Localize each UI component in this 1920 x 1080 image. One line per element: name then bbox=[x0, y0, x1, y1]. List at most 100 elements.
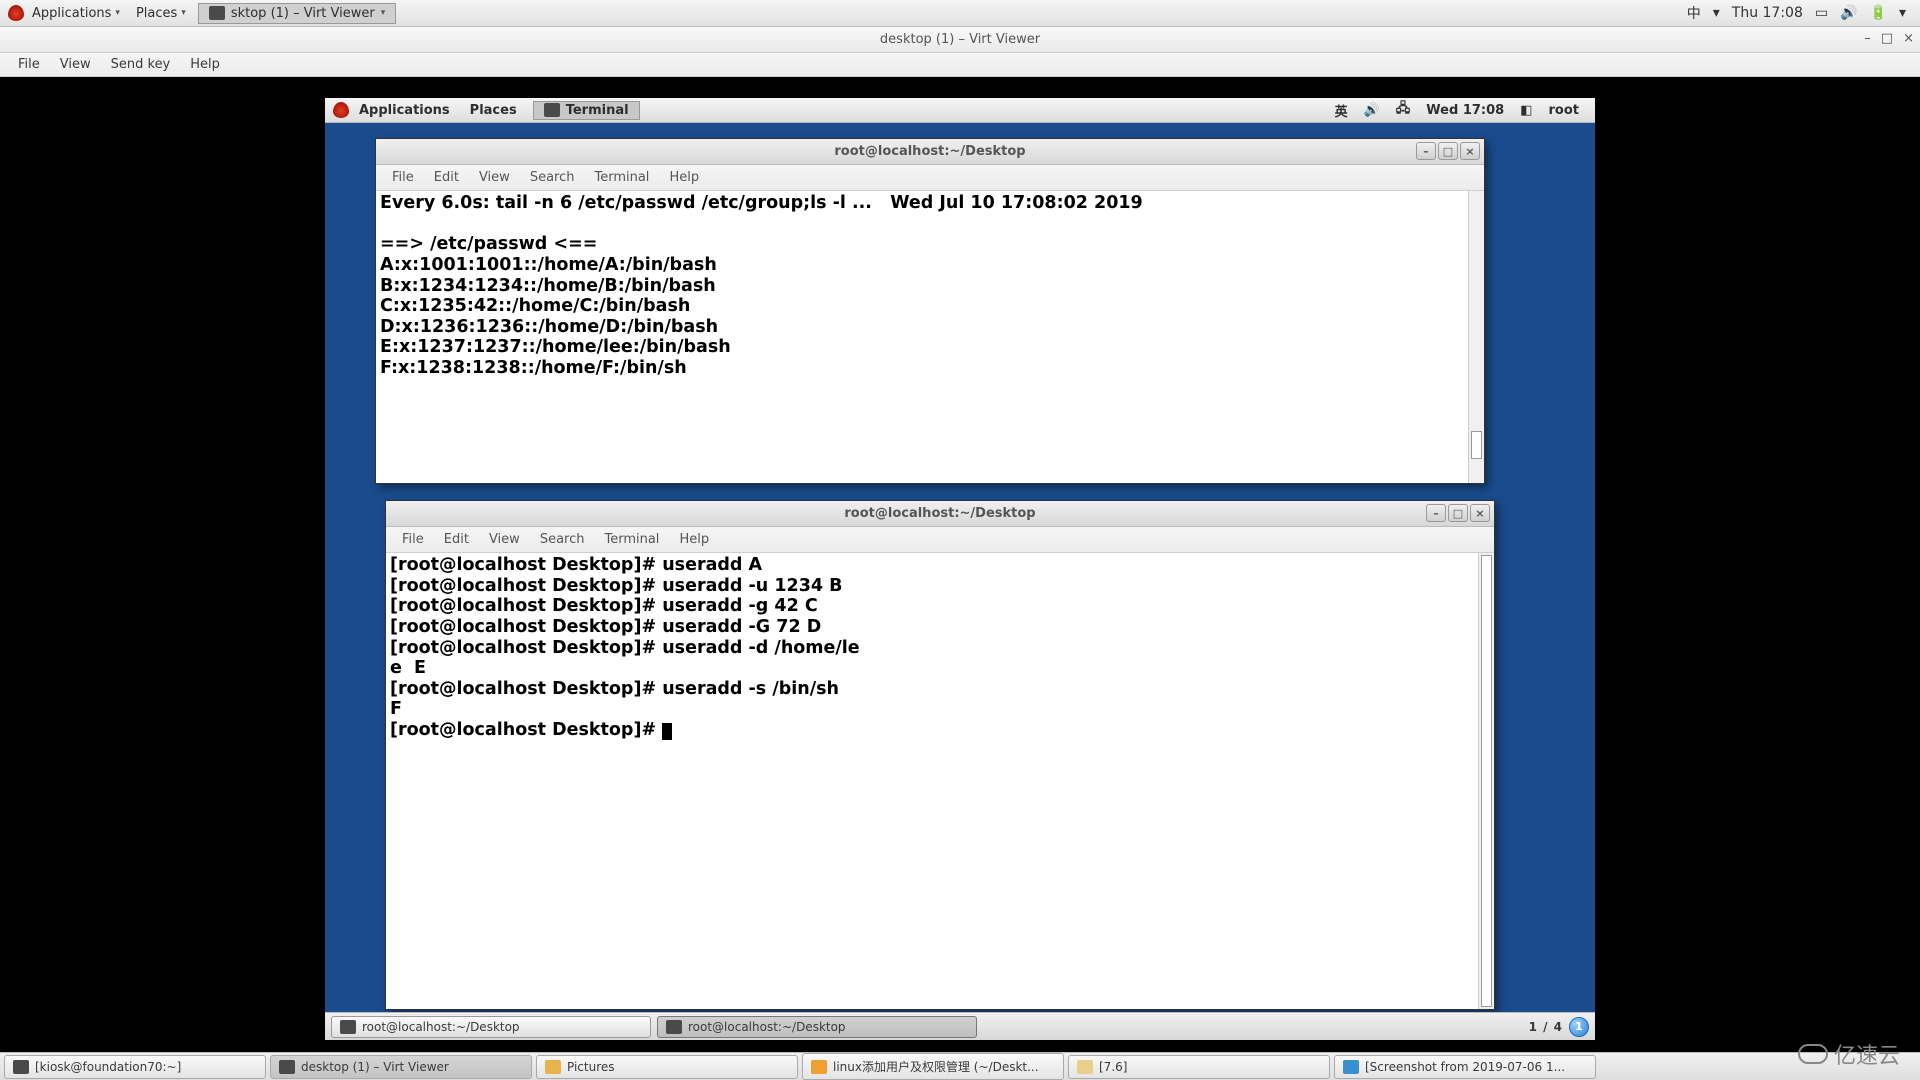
monitor-icon bbox=[279, 1060, 295, 1074]
taskbar-item-terminal-2[interactable]: root@localhost:~/Desktop bbox=[657, 1016, 977, 1038]
menu-terminal[interactable]: Terminal bbox=[584, 170, 659, 185]
t5-label: [7.6] bbox=[1099, 1060, 1127, 1074]
task1-label: root@localhost:~/Desktop bbox=[362, 1020, 520, 1034]
term1-line: ==> /etc/passwd <== bbox=[380, 234, 597, 254]
term1-line: F:x:1238:1238::/home/F:/bin/sh bbox=[380, 358, 687, 378]
taskbar-item-kiosk-terminal[interactable]: [kiosk@foundation70:~] bbox=[4, 1055, 266, 1079]
terminal-2-output[interactable]: [root@localhost Desktop]# useradd A [roo… bbox=[386, 553, 1494, 1009]
viewer-title: desktop (1) – Virt Viewer bbox=[880, 32, 1040, 47]
chevron-down-icon: ▾ bbox=[1893, 5, 1912, 21]
cloud-icon bbox=[1798, 1044, 1828, 1064]
minimize-button[interactable]: – bbox=[1416, 142, 1436, 160]
guest-applications-menu[interactable]: Applications bbox=[349, 103, 460, 118]
term2-line: [root@localhost Desktop]# useradd -u 123… bbox=[390, 576, 843, 596]
terminal-window-1[interactable]: root@localhost:~/Desktop – □ × File Edit… bbox=[375, 138, 1485, 484]
volume-icon[interactable]: 🔊 bbox=[1834, 5, 1863, 21]
menu-help[interactable]: Help bbox=[180, 57, 230, 72]
clock-label[interactable]: Thu 17:08 bbox=[1726, 5, 1809, 21]
minimize-button[interactable]: – bbox=[1864, 31, 1871, 46]
terminal-2-title: root@localhost:~/Desktop bbox=[844, 506, 1035, 521]
close-button[interactable]: × bbox=[1903, 31, 1914, 46]
terminal-icon bbox=[13, 1060, 29, 1074]
host-taskbar: [kiosk@foundation70:~] desktop (1) – Vir… bbox=[0, 1052, 1920, 1080]
network-icon[interactable]: 🖧 bbox=[1388, 99, 1419, 121]
menu-file[interactable]: File bbox=[8, 57, 50, 72]
taskbar-item-folder-76[interactable]: [7.6] bbox=[1068, 1055, 1330, 1079]
taskbar-item-virt-viewer[interactable]: desktop (1) – Virt Viewer bbox=[270, 1055, 532, 1079]
menu-terminal[interactable]: Terminal bbox=[594, 532, 669, 547]
menu-edit[interactable]: Edit bbox=[434, 532, 479, 547]
host-places-menu[interactable]: Places ▾ bbox=[128, 6, 194, 21]
terminal-1-output[interactable]: Every 6.0s: tail -n 6 /etc/passwd /etc/g… bbox=[376, 191, 1484, 483]
menu-search[interactable]: Search bbox=[520, 170, 585, 185]
minimize-button[interactable]: – bbox=[1426, 504, 1446, 522]
workspace-pager[interactable]: 1 / 4 bbox=[1529, 1020, 1563, 1034]
scrollbar[interactable] bbox=[1468, 191, 1484, 483]
terminal-label: Terminal bbox=[566, 103, 629, 118]
maximize-button[interactable]: □ bbox=[1448, 504, 1468, 522]
cursor-icon bbox=[662, 723, 672, 740]
input-method-indicator[interactable]: 中 bbox=[1681, 3, 1707, 23]
menu-sendkey[interactable]: Send key bbox=[101, 57, 181, 72]
guest-places-menu[interactable]: Places bbox=[460, 103, 527, 118]
menu-search[interactable]: Search bbox=[530, 532, 595, 547]
close-button[interactable]: × bbox=[1460, 142, 1480, 160]
term2-line: e E bbox=[390, 658, 426, 678]
scroll-thumb[interactable] bbox=[1471, 431, 1482, 459]
image-icon bbox=[1343, 1060, 1359, 1074]
term1-line: Every 6.0s: tail -n 6 /etc/passwd /etc/g… bbox=[380, 193, 1143, 213]
terminal-1-titlebar[interactable]: root@localhost:~/Desktop – □ × bbox=[376, 139, 1484, 165]
menu-edit[interactable]: Edit bbox=[424, 170, 469, 185]
chevron-down-icon: ▾ bbox=[181, 8, 186, 18]
guest-clock[interactable]: Wed 17:08 bbox=[1418, 103, 1512, 118]
term1-line: C:x:1235:42::/home/C:/bin/bash bbox=[380, 296, 690, 316]
term2-line: F bbox=[390, 699, 402, 719]
maximize-button[interactable]: □ bbox=[1881, 31, 1893, 46]
term1-line: B:x:1234:1234::/home/B:/bin/bash bbox=[380, 276, 716, 296]
terminal-2-titlebar[interactable]: root@localhost:~/Desktop – □ × bbox=[386, 501, 1494, 527]
host-top-panel: Applications ▾ Places ▾ sktop (1) – Virt… bbox=[0, 0, 1920, 27]
menu-help[interactable]: Help bbox=[669, 532, 719, 547]
terminal-icon bbox=[544, 103, 560, 117]
close-button[interactable]: × bbox=[1470, 504, 1490, 522]
menu-view[interactable]: View bbox=[469, 170, 520, 185]
guest-user-label[interactable]: root bbox=[1541, 103, 1588, 118]
scrollbar[interactable] bbox=[1478, 553, 1494, 1009]
notification-badge[interactable]: 1 bbox=[1569, 1017, 1589, 1037]
menu-view[interactable]: View bbox=[479, 532, 530, 547]
taskbar-item-terminal-1[interactable]: root@localhost:~/Desktop bbox=[331, 1016, 651, 1038]
t1-label: [kiosk@foundation70:~] bbox=[35, 1060, 181, 1074]
terminal-2-menubar: File Edit View Search Terminal Help bbox=[386, 527, 1494, 553]
note-icon bbox=[811, 1060, 827, 1074]
host-active-app[interactable]: sktop (1) – Virt Viewer ▾ bbox=[198, 3, 396, 24]
terminal-icon bbox=[340, 1020, 356, 1034]
active-app-label: sktop (1) – Virt Viewer bbox=[231, 6, 375, 21]
monitor-icon[interactable]: ▭ bbox=[1809, 5, 1834, 21]
terminal-icon bbox=[666, 1020, 682, 1034]
taskbar-item-pictures[interactable]: Pictures bbox=[536, 1055, 798, 1079]
terminal-window-2[interactable]: root@localhost:~/Desktop – □ × File Edit… bbox=[385, 500, 1495, 1010]
menu-file[interactable]: File bbox=[382, 170, 424, 185]
host-applications-menu[interactable]: Applications ▾ bbox=[24, 6, 128, 21]
menu-help[interactable]: Help bbox=[659, 170, 709, 185]
places-label: Places bbox=[136, 6, 177, 21]
taskbar-item-screenshot[interactable]: [Screenshot from 2019-07-06 1... bbox=[1334, 1055, 1596, 1079]
menu-file[interactable]: File bbox=[392, 532, 434, 547]
term2-line: [root@localhost Desktop]# useradd -g 42 … bbox=[390, 596, 818, 616]
scroll-thumb[interactable] bbox=[1481, 555, 1492, 1007]
volume-icon[interactable]: 🔊 bbox=[1356, 103, 1388, 118]
task2-label: root@localhost:~/Desktop bbox=[688, 1020, 846, 1034]
chevron-down-icon: ▾ bbox=[381, 8, 386, 18]
maximize-button[interactable]: □ bbox=[1438, 142, 1458, 160]
taskbar-item-notes[interactable]: linux添加用户及权限管理 (~/Deskt... bbox=[802, 1053, 1064, 1080]
guest-active-app[interactable]: Terminal bbox=[533, 101, 640, 120]
notification-icon[interactable]: ◧ bbox=[1512, 103, 1540, 118]
guest-input-indicator[interactable]: 英 bbox=[1327, 101, 1356, 120]
guest-desktop[interactable]: Applications Places Terminal 英 🔊 🖧 Wed 1… bbox=[325, 98, 1595, 1040]
chevron-down-icon: ▾ bbox=[1707, 5, 1726, 21]
terminal-1-title: root@localhost:~/Desktop bbox=[834, 144, 1025, 159]
menu-view[interactable]: View bbox=[50, 57, 101, 72]
applications-label: Applications bbox=[32, 6, 111, 21]
viewer-titlebar[interactable]: desktop (1) – Virt Viewer – □ × bbox=[0, 27, 1920, 53]
battery-icon[interactable]: 🔋 bbox=[1864, 5, 1893, 21]
